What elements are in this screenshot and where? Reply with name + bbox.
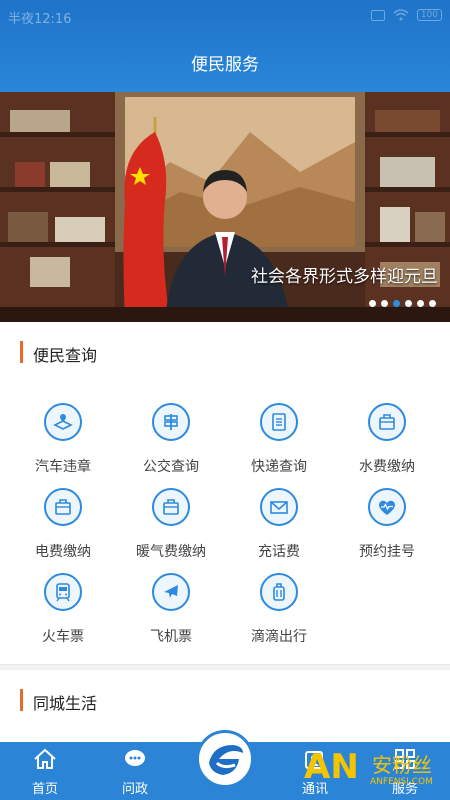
service-label: 水费缴纳 [359, 459, 415, 475]
carousel-dots[interactable] [369, 300, 436, 307]
bag-icon [44, 488, 82, 526]
service-electric-fee[interactable]: 电费缴纳 [7, 488, 119, 568]
watermark-name: 安粉丝 [372, 753, 432, 777]
wifi-icon [393, 9, 409, 21]
tab-label: 问政 [121, 782, 148, 797]
page-title: 便民服务 [191, 55, 259, 75]
watermark: AN 安粉丝 ANFENSI.COM [300, 745, 450, 800]
service-label: 预约挂号 [359, 544, 415, 560]
home-icon [34, 748, 56, 769]
center-logo-button[interactable] [196, 730, 254, 788]
service-phone-topup[interactable]: 充话费 [223, 488, 335, 568]
service-express-query[interactable]: 快递查询 [223, 403, 335, 483]
service-label: 充话费 [258, 544, 300, 560]
service-bus-query[interactable]: 公交查询 [115, 403, 227, 483]
chat-icon [125, 750, 145, 766]
battery-icon: 100 [416, 9, 442, 21]
banner-image [0, 92, 450, 322]
service-label: 汽车违章 [35, 459, 91, 475]
service-label: 滴滴出行 [251, 629, 307, 645]
heart-pulse-icon [368, 488, 406, 526]
section-accent-bar [20, 341, 23, 363]
carousel-dot[interactable] [417, 300, 424, 307]
section-header-query: 便民查询 [0, 332, 450, 372]
watermark-brand: AN [304, 747, 359, 787]
bag-icon [368, 403, 406, 441]
section-title: 便民查询 [33, 346, 98, 365]
service-appointment[interactable]: 预约挂号 [331, 488, 443, 568]
carousel-dot[interactable] [429, 300, 436, 307]
status-time: 半夜12:16 [8, 12, 72, 27]
carousel-dot[interactable] [381, 300, 388, 307]
carousel-dot-active[interactable] [393, 300, 400, 307]
luggage-icon [260, 573, 298, 611]
service-label: 公交查询 [143, 459, 199, 475]
section-accent-bar [20, 689, 23, 711]
service-label: 快递查询 [251, 459, 307, 475]
document-icon [260, 403, 298, 441]
service-label: 电费缴纳 [35, 544, 91, 560]
section-title: 同城生活 [33, 694, 98, 713]
service-label: 飞机票 [150, 629, 192, 645]
carousel-dot[interactable] [405, 300, 412, 307]
service-car-violation[interactable]: 汽车违章 [7, 403, 119, 483]
watermark-url: ANFENSI.COM [370, 777, 433, 787]
carousel-dot[interactable] [369, 300, 376, 307]
status-icons: 100 [370, 9, 442, 21]
section-divider [0, 664, 450, 670]
app-logo [201, 735, 249, 783]
airplane-icon [152, 573, 190, 611]
app-header: 半夜12:16 100 便民服务 [0, 0, 450, 92]
service-air-ticket[interactable]: 飞机票 [115, 573, 227, 653]
train-icon [44, 573, 82, 611]
sim-icon [370, 9, 385, 21]
section-header-city-life: 同城生活 [0, 680, 450, 720]
status-bar: 半夜12:16 100 [0, 0, 450, 32]
bag-icon [152, 488, 190, 526]
service-heating-fee[interactable]: 暖气费缴纳 [115, 488, 227, 568]
banner-caption: 社会各界形式多样迎元旦 [251, 267, 438, 287]
tab-home[interactable]: 首页 [0, 742, 90, 800]
service-didi[interactable]: 滴滴出行 [223, 573, 335, 653]
service-train-ticket[interactable]: 火车票 [7, 573, 119, 653]
envelope-icon [260, 488, 298, 526]
tab-inquiry[interactable]: 问政 [90, 742, 180, 800]
car-map-icon [44, 403, 82, 441]
news-banner[interactable]: 社会各界形式多样迎元旦 [0, 92, 450, 322]
bus-sign-icon [152, 403, 190, 441]
tab-label: 首页 [31, 782, 58, 797]
service-label: 暖气费缴纳 [136, 544, 206, 560]
service-water-fee[interactable]: 水费缴纳 [331, 403, 443, 483]
service-label: 火车票 [42, 629, 84, 645]
